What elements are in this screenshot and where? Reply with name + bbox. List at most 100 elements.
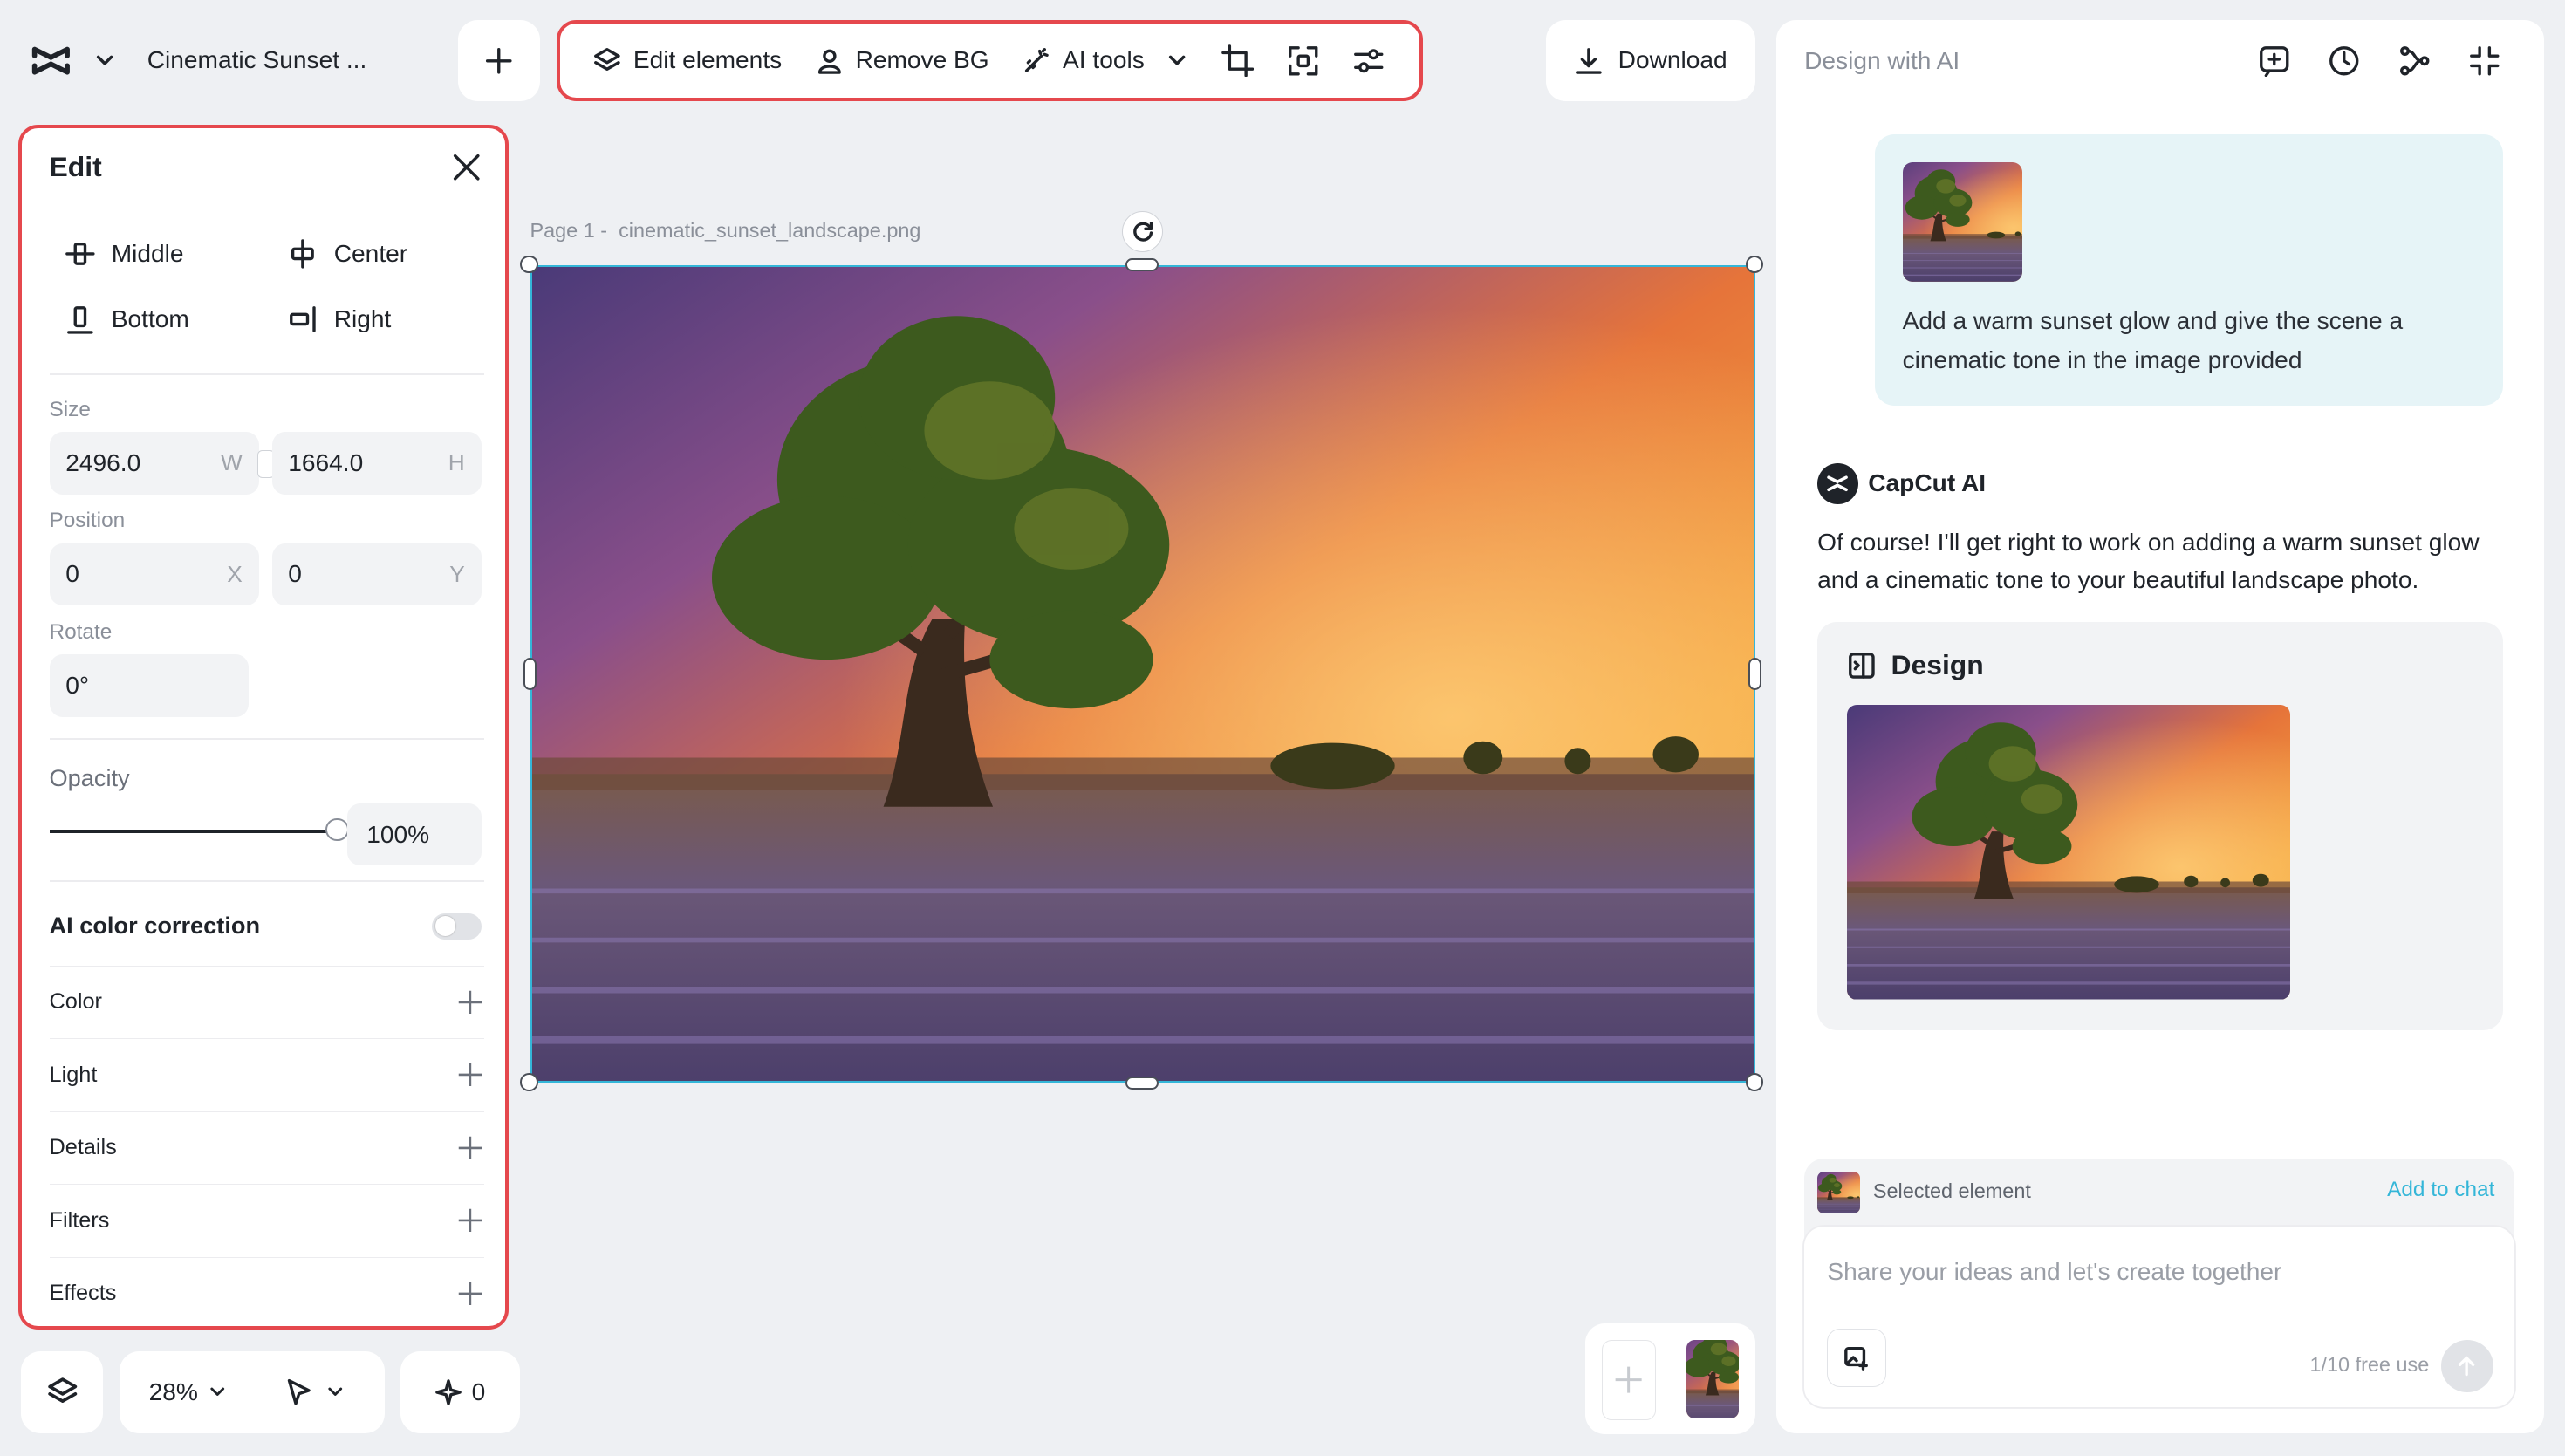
opacity-slider-thumb[interactable] (325, 817, 349, 841)
layers-icon (594, 47, 620, 71)
align-right-button[interactable]: Right (288, 304, 391, 334)
edit-elements-button[interactable]: Edit elements (576, 28, 798, 93)
rotate-field[interactable]: 0° (49, 654, 250, 717)
collapse-button[interactable] (2468, 44, 2501, 78)
resize-handle-top[interactable] (1125, 258, 1159, 272)
new-chat-button[interactable] (2258, 44, 2291, 78)
upload-image-button[interactable] (1827, 1328, 1886, 1387)
expand-button[interactable] (1270, 28, 1336, 93)
ai-credits-button[interactable]: 0 (400, 1350, 521, 1433)
add-to-chat-link[interactable]: Add to chat (2387, 1178, 2494, 1202)
crop-button[interactable] (1205, 28, 1270, 93)
close-icon (453, 154, 480, 181)
resize-handle-bl[interactable] (520, 1073, 538, 1091)
resize-handle-bottom[interactable] (1125, 1076, 1159, 1090)
landscape-image (532, 267, 1755, 1083)
opacity-field[interactable]: 100% (346, 803, 482, 866)
expand-plus-icon[interactable] (455, 1206, 485, 1235)
resize-handle-tr[interactable] (1745, 255, 1764, 274)
close-button[interactable] (450, 151, 483, 184)
attached-image-thumb[interactable] (1902, 161, 2022, 282)
user-message: Add a warm sunset glow and give the scen… (1874, 133, 2503, 406)
align-bottom-label: Bottom (111, 304, 189, 332)
align-bottom-button[interactable]: Bottom (65, 304, 189, 334)
align-right-label: Right (333, 304, 392, 332)
design-result-image[interactable] (1847, 705, 2290, 1000)
resize-handle-br[interactable] (1745, 1073, 1764, 1091)
align-center-label: Center (333, 239, 408, 267)
ai-tools-label: AI tools (1063, 46, 1145, 74)
remove-bg-button[interactable]: Remove BG (798, 28, 1005, 93)
share-button[interactable] (2398, 44, 2432, 78)
chat-input[interactable]: Share your ideas and let's create togeth… (1827, 1258, 2281, 1286)
x-value: 0 (65, 560, 79, 588)
pages-strip (1584, 1323, 1755, 1435)
plus-icon (486, 47, 512, 74)
share-icon (2399, 45, 2430, 76)
opacity-value: 100% (366, 820, 430, 848)
section-light[interactable]: Light (49, 1038, 485, 1111)
zoom-value[interactable]: 28% (149, 1378, 198, 1406)
expand-plus-icon[interactable] (455, 1279, 485, 1309)
new-chat-icon (2259, 45, 2288, 77)
resize-handle-right[interactable] (1748, 657, 1762, 691)
align-center-button[interactable]: Center (288, 239, 407, 269)
resize-handle-left[interactable] (523, 657, 537, 691)
arrow-up-icon (2459, 1355, 2475, 1376)
section-filters[interactable]: Filters (49, 1184, 485, 1257)
plus-icon (1615, 1366, 1642, 1393)
add-page-button[interactable] (458, 19, 540, 102)
download-button[interactable]: Download (1545, 19, 1755, 102)
divider (49, 373, 485, 375)
align-middle-button[interactable]: Middle (65, 239, 184, 269)
chevron-down-icon[interactable] (208, 1382, 228, 1402)
resize-handle-tl[interactable] (520, 255, 538, 274)
opacity-label: Opacity (49, 763, 130, 791)
y-value: 0 (288, 560, 302, 588)
design-icon (1848, 653, 1875, 679)
chevron-down-icon[interactable] (325, 1382, 345, 1402)
width-field[interactable]: 2496.0 W (49, 432, 259, 495)
ai-tools-button[interactable]: AI tools (1005, 28, 1205, 93)
layers-button[interactable] (21, 1350, 104, 1433)
capcut-logo-icon[interactable] (30, 43, 76, 79)
expand-plus-icon[interactable] (455, 988, 485, 1017)
section-color[interactable]: Color (49, 965, 485, 1039)
width-unit: W (220, 449, 243, 476)
expand-plus-icon[interactable] (455, 1133, 485, 1163)
project-header: Cinematic Sunset ... (0, 19, 409, 102)
design-header: Design (1847, 649, 1984, 681)
person-icon (817, 49, 841, 74)
ai-color-correction-toggle[interactable] (432, 913, 482, 940)
chevron-down-icon[interactable] (93, 49, 116, 72)
height-field[interactable]: 1664.0 H (271, 432, 482, 495)
image-toolbar: Edit elements Remove BG AI tools (556, 19, 1424, 102)
canvas-image[interactable] (530, 264, 1755, 1083)
history-icon (2329, 45, 2359, 76)
position-y-field[interactable]: 0 Y (271, 543, 482, 605)
adjust-button[interactable] (1336, 28, 1401, 93)
send-button[interactable] (2440, 1339, 2493, 1392)
size-label: Size (49, 397, 91, 421)
layers-icon (47, 1377, 77, 1403)
expand-plus-icon[interactable] (455, 1060, 485, 1090)
height-value: 1664.0 (288, 448, 364, 476)
page-thumbnail[interactable] (1686, 1339, 1740, 1418)
y-unit: Y (449, 560, 465, 587)
position-x-field[interactable]: 0 X (49, 543, 259, 605)
opacity-slider-track[interactable] (49, 829, 338, 833)
align-middle-label: Middle (111, 239, 184, 267)
capcut-avatar-icon (1817, 462, 1858, 504)
section-label: Filters (49, 1207, 110, 1233)
free-use-counter: 1/10 free use (2309, 1352, 2430, 1376)
project-title[interactable]: Cinematic Sunset ... (147, 46, 367, 74)
history-button[interactable] (2328, 44, 2361, 78)
section-details[interactable]: Details (49, 1111, 485, 1185)
crop-icon (1221, 44, 1255, 77)
ai-header: CapCut AI (1817, 462, 1986, 504)
pointer-icon[interactable] (283, 1376, 316, 1409)
rotate-handle[interactable] (1122, 210, 1164, 252)
add-page-thumb-button[interactable] (1601, 1339, 1656, 1420)
position-label: Position (49, 509, 126, 533)
section-effects[interactable]: Effects (49, 1256, 485, 1327)
